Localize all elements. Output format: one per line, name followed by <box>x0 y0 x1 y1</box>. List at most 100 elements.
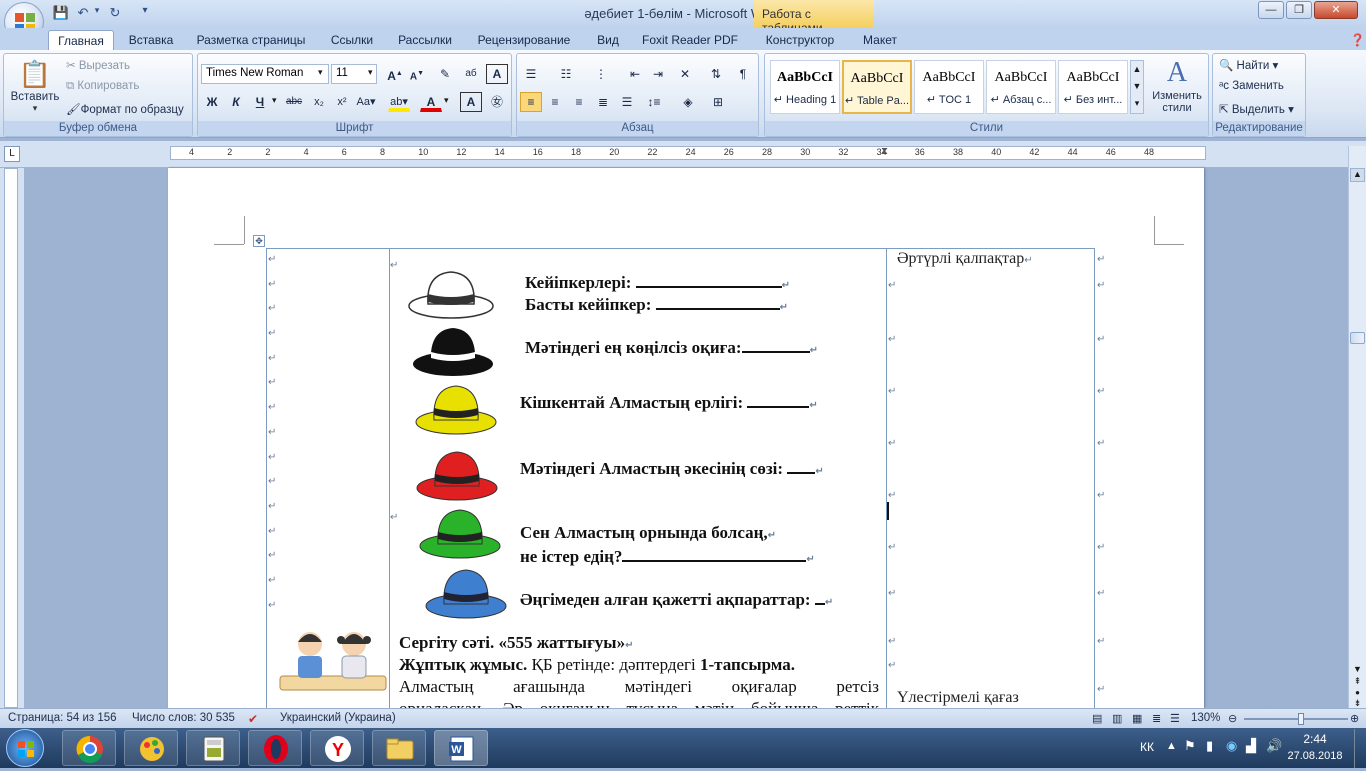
tab-foxit[interactable]: Foxit Reader PDF <box>636 30 744 50</box>
restore-button[interactable]: ❐ <box>1286 1 1312 19</box>
align-left-icon[interactable]: ≡ <box>520 92 542 112</box>
zoom-in-icon[interactable]: ⊕ <box>1350 712 1359 725</box>
column-marker-icon[interactable]: ⧗ <box>881 146 888 157</box>
paste-button[interactable]: 📋 Вставить ▾ <box>10 57 60 117</box>
calculator-taskbar-button[interactable] <box>186 730 240 766</box>
tab-home[interactable]: Главная <box>48 30 114 51</box>
clear-formatting-icon[interactable]: ✎ <box>434 64 456 84</box>
text-direction-icon[interactable]: ✕ <box>674 64 696 84</box>
pair-work-paragraph[interactable]: Жұптық жұмыс. ҚБ ретінде: дәптердегі 1-т… <box>399 655 879 675</box>
font-color-icon[interactable]: A <box>420 92 442 112</box>
highlight-icon[interactable]: ab▾ <box>388 92 410 112</box>
customize-qat-icon[interactable]: ▾ <box>136 5 154 23</box>
scroll-thumb[interactable] <box>1350 332 1365 344</box>
phonetic-guide-icon[interactable]: аб <box>460 64 482 84</box>
decrease-indent-icon[interactable]: ⇤ <box>624 64 646 84</box>
font-color-dropdown-icon[interactable]: ▾ <box>444 95 449 106</box>
opera-taskbar-button[interactable] <box>248 730 302 766</box>
if-you-were-line-2[interactable]: не істер едің? ↵ <box>520 546 815 567</box>
font-name-dropdown-icon[interactable]: ▾ <box>318 67 323 78</box>
main-character-line[interactable]: Басты кейіпкер: ↵ <box>525 294 788 315</box>
grow-font-icon[interactable]: A▲ <box>384 64 406 84</box>
yandex-taskbar-button[interactable]: Y <box>310 730 364 766</box>
scroll-down-icon[interactable]: ▼ <box>1350 664 1365 676</box>
language-bar[interactable]: КК <box>1140 740 1154 754</box>
zoom-slider[interactable] <box>1244 718 1348 720</box>
shading-icon[interactable]: ◈ <box>677 92 699 112</box>
font-name-combo[interactable]: Times New Roman <box>201 64 329 84</box>
if-you-were-line-1[interactable]: Сен Алмастың орнында болсаң,↵ <box>520 523 776 543</box>
full-screen-reading-icon[interactable]: ▥ <box>1112 712 1122 725</box>
paint-taskbar-button[interactable] <box>124 730 178 766</box>
style-list-paragraph[interactable]: AaBbCcI ↵ Абзац с... <box>986 60 1056 114</box>
line-spacing-icon[interactable]: ↕≡ <box>643 92 665 112</box>
style-no-spacing[interactable]: AaBbCcI ↵ Без инт... <box>1058 60 1128 114</box>
vertical-ruler[interactable] <box>0 168 24 708</box>
character-shading-icon[interactable]: A <box>460 92 482 112</box>
tab-review[interactable]: Рецензирование <box>470 30 578 50</box>
justify-icon[interactable]: ≣ <box>592 92 614 112</box>
multilevel-list-icon[interactable]: ⋮ <box>590 64 612 84</box>
italic-icon[interactable]: К <box>225 92 247 112</box>
spelling-check-icon[interactable]: ✔ <box>248 712 258 726</box>
show-marks-icon[interactable]: ¶ <box>732 64 754 84</box>
word-taskbar-button[interactable]: W <box>434 730 488 766</box>
next-page-icon[interactable]: ⇟ <box>1350 698 1365 708</box>
tray-arrow-icon[interactable]: ▲ <box>1166 740 1177 752</box>
info-line[interactable]: Әңгімеден алған қажетті ақпараттар: ↵ <box>520 589 833 610</box>
minimize-button[interactable]: — <box>1258 1 1284 19</box>
change-case-icon[interactable]: Aa▾ <box>355 92 377 112</box>
signal-icon[interactable]: ▟ <box>1246 738 1256 754</box>
prev-page-icon[interactable]: ⇞ <box>1350 676 1365 688</box>
clock-time[interactable]: 2:44 <box>1290 732 1340 746</box>
tab-page-layout[interactable]: Разметка страницы <box>190 30 312 50</box>
father-word-line[interactable]: Мәтіндегі Алмастың әкесінің сөзі: ↵ <box>520 458 824 479</box>
print-layout-icon[interactable]: ▤ <box>1092 712 1102 725</box>
draft-icon[interactable]: ☰ <box>1170 712 1180 725</box>
copy-button[interactable]: ⧉ Копировать <box>66 80 139 93</box>
shrink-font-icon[interactable]: A▼ <box>406 64 428 84</box>
tree-paragraph[interactable]: Алмастың ағашында мәтіндегі оқиғалар рет… <box>399 677 879 697</box>
page-counter[interactable]: Страница: 54 из 156 <box>8 712 117 724</box>
font-size-dropdown-icon[interactable]: ▾ <box>368 67 373 78</box>
clock-date[interactable]: 27.08.2018 <box>1280 750 1350 762</box>
tab-layout[interactable]: Макет <box>852 30 908 50</box>
format-painter-button[interactable]: 🖌Формат по образцу <box>66 102 184 116</box>
characters-line[interactable]: Кейіпкерлері: ↵ <box>525 272 790 293</box>
subscript-icon[interactable]: x₂ <box>308 92 330 112</box>
find-button[interactable]: 🔍 Найти ▾ <box>1219 58 1278 72</box>
help-icon[interactable]: ❓ <box>1350 33 1365 47</box>
language-indicator[interactable]: Украинский (Украина) <box>280 712 396 724</box>
saddest-event-line[interactable]: Мәтіндегі ең көңілсіз оқиға: ↵ <box>525 337 818 358</box>
scroll-up-icon[interactable]: ▲ <box>1350 168 1365 182</box>
replace-button[interactable]: ᵃc Заменить <box>1219 80 1284 92</box>
handout-title[interactable]: Үлестірмелі қағаз <box>897 689 1019 708</box>
battery-icon[interactable]: ▮ <box>1206 738 1213 754</box>
enclose-characters-icon[interactable]: ㊛ <box>486 92 508 112</box>
tab-selector-icon[interactable]: L <box>4 146 20 162</box>
undo-dropdown-icon[interactable]: ▾ <box>88 5 106 23</box>
horizontal-ruler[interactable]: 4 2 2 4 6 8 10 12 14 16 18 20 22 24 26 28 30 32 34 36 38 40 42… <box>170 146 1206 160</box>
tab-view[interactable]: Вид <box>588 30 628 50</box>
change-styles-button[interactable]: A Изменить стили <box>1146 56 1208 120</box>
tab-design[interactable]: Конструктор <box>758 30 842 50</box>
tab-mailings[interactable]: Рассылки <box>390 30 460 50</box>
zoom-level[interactable]: 130% <box>1191 712 1220 724</box>
explorer-taskbar-button[interactable] <box>372 730 426 766</box>
warmup-paragraph[interactable]: Сергіту сәті. «555 жаттығуы»↵ <box>399 633 633 653</box>
numbering-icon[interactable]: ☷ <box>555 64 577 84</box>
tab-references[interactable]: Ссылки <box>322 30 382 50</box>
distributed-icon[interactable]: ☰ <box>616 92 638 112</box>
style-table-paragraph[interactable]: AaBbCcI ↵ Table Pa... <box>842 60 912 114</box>
increase-indent-icon[interactable]: ⇥ <box>647 64 669 84</box>
close-button[interactable]: ✕ <box>1314 1 1358 19</box>
bold-icon[interactable]: Ж <box>201 92 223 112</box>
save-icon[interactable]: 💾 <box>52 5 70 23</box>
select-button[interactable]: ⇱ Выделить ▾ <box>1219 102 1294 116</box>
underline-dropdown-icon[interactable]: ▾ <box>272 95 277 106</box>
table-move-handle-icon[interactable]: ✥ <box>253 235 265 247</box>
flag-icon[interactable]: ⚑ <box>1184 738 1196 754</box>
redo-icon[interactable]: ↻ <box>106 5 124 23</box>
vertical-scrollbar[interactable]: ▲ ▼ ⇞ ● ⇟ <box>1348 146 1366 708</box>
start-button[interactable] <box>6 729 44 767</box>
